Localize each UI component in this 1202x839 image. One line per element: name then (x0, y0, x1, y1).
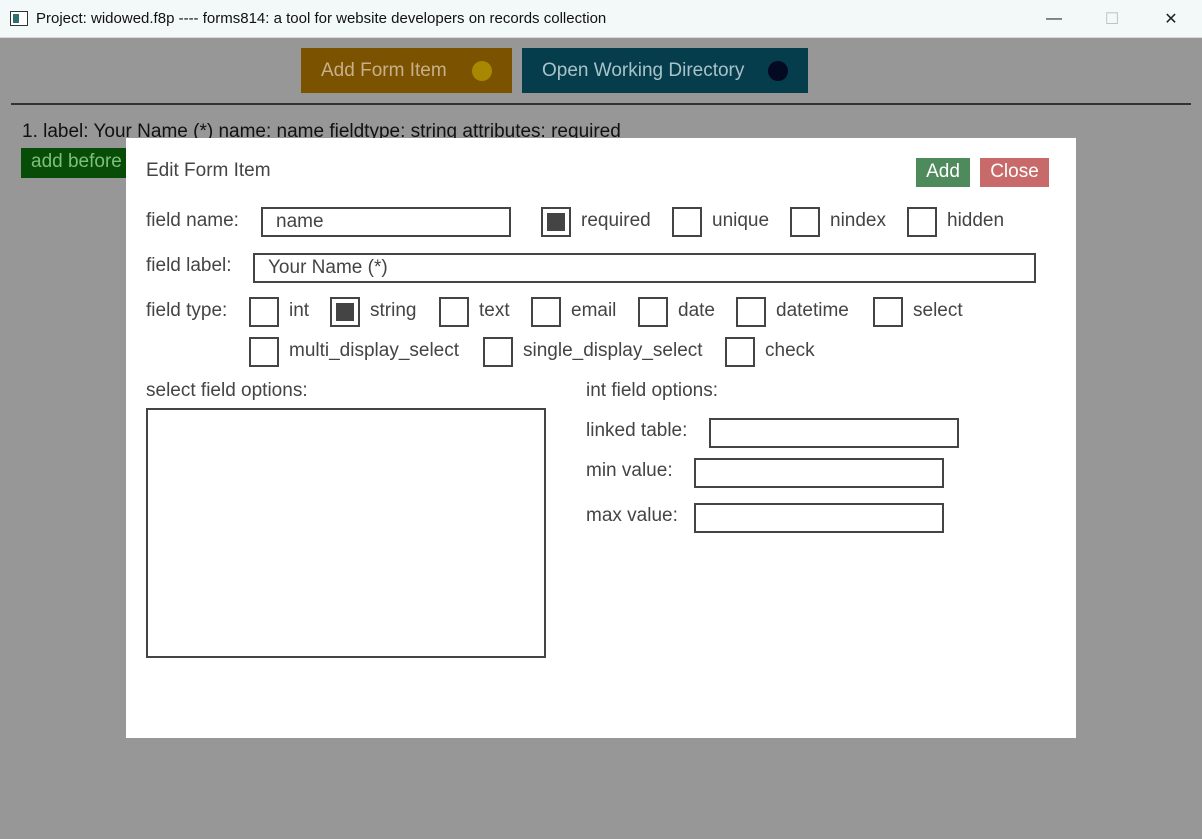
app-icon (10, 11, 28, 26)
type-single-display-select-checkbox[interactable] (483, 337, 513, 367)
required-label: required (581, 210, 651, 231)
add-form-item-label: Add Form Item (321, 59, 447, 81)
status-dot-icon (472, 61, 492, 81)
type-check-checkbox[interactable] (725, 337, 755, 367)
hidden-label: hidden (947, 210, 1005, 231)
field-label-label: field label: (146, 255, 232, 276)
type-text-checkbox[interactable] (439, 297, 469, 327)
status-dot-icon (768, 61, 788, 81)
divider (11, 103, 1191, 105)
min-value-input[interactable] (694, 458, 944, 488)
nindex-checkbox[interactable] (790, 207, 820, 237)
required-checkbox[interactable] (541, 207, 571, 237)
type-datetime-label: datetime (776, 300, 849, 321)
type-date-label: date (678, 300, 715, 321)
open-working-directory-button[interactable]: Open Working Directory (522, 48, 808, 93)
type-multi-display-select-checkbox[interactable] (249, 337, 279, 367)
int-field-options-label: int field options: (586, 380, 719, 401)
select-field-options-label: select field options: (146, 380, 308, 401)
add-before-button[interactable]: add before (21, 148, 131, 178)
close-button[interactable]: Close (980, 158, 1049, 187)
type-int-checkbox[interactable] (249, 297, 279, 327)
nindex-label: nindex (830, 210, 886, 231)
hidden-checkbox[interactable] (907, 207, 937, 237)
minimize-icon[interactable]: — (1025, 0, 1083, 38)
open-working-directory-label: Open Working Directory (542, 59, 745, 81)
dialog-title: Edit Form Item (146, 160, 271, 181)
type-string-label: string (370, 300, 417, 321)
close-window-icon[interactable]: ✕ (1142, 0, 1200, 38)
type-int-label: int (289, 300, 310, 321)
max-value-label: max value: (586, 505, 678, 526)
unique-label: unique (712, 210, 770, 231)
type-email-checkbox[interactable] (531, 297, 561, 327)
min-value-label: min value: (586, 460, 673, 481)
window-titlebar: Project: widowed.f8p ---- forms814: a to… (0, 0, 1202, 38)
type-string-checkbox[interactable] (330, 297, 360, 327)
type-check-label: check (765, 340, 815, 361)
add-form-item-button[interactable]: Add Form Item (301, 48, 512, 93)
type-text-label: text (479, 300, 510, 321)
field-type-label: field type: (146, 300, 228, 321)
field-name-input[interactable]: name (261, 207, 511, 237)
type-select-checkbox[interactable] (873, 297, 903, 327)
linked-table-input[interactable] (709, 418, 959, 448)
maximize-icon[interactable]: ☐ (1083, 0, 1141, 38)
window-title: Project: widowed.f8p ---- forms814: a to… (36, 10, 607, 27)
type-datetime-checkbox[interactable] (736, 297, 766, 327)
edit-form-item-dialog: Edit Form Item Add Close field name: nam… (126, 138, 1076, 738)
field-label-input[interactable]: Your Name (*) (253, 253, 1036, 283)
unique-checkbox[interactable] (672, 207, 702, 237)
type-multi-display-select-label: multi_display_select (289, 340, 460, 361)
linked-table-label: linked table: (586, 420, 688, 441)
field-name-label: field name: (146, 210, 239, 231)
select-field-options-textarea[interactable] (146, 408, 546, 658)
type-email-label: email (571, 300, 617, 321)
type-select-label: select (913, 300, 963, 321)
type-single-display-select-label: single_display_select (523, 340, 703, 361)
type-date-checkbox[interactable] (638, 297, 668, 327)
add-button[interactable]: Add (916, 158, 970, 187)
max-value-input[interactable] (694, 503, 944, 533)
